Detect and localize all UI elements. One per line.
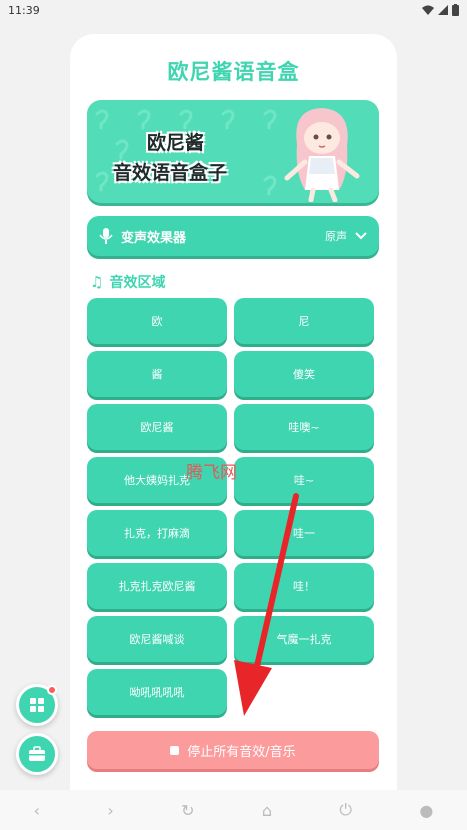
sound-button[interactable]: 气魔一扎克 <box>234 616 374 662</box>
sound-button[interactable]: 欧尼酱喊谈 <box>87 616 227 662</box>
mic-icon <box>99 228 113 244</box>
refresh-icon[interactable]: ↻ <box>181 801 194 820</box>
status-time: 11:39 <box>8 3 40 17</box>
stop-all-label: 停止所有音效/音乐 <box>187 744 296 760</box>
grid-icon <box>30 698 44 712</box>
back-icon[interactable]: ‹ <box>34 801 40 820</box>
forward-icon[interactable]: › <box>107 801 113 820</box>
voice-changer-selector[interactable]: 变声效果器 原声 <box>87 216 379 256</box>
sound-button[interactable]: 欧尼酱 <box>87 404 227 450</box>
home-icon[interactable]: ⌂ <box>262 801 272 820</box>
circle-icon[interactable]: ● <box>419 801 433 820</box>
banner-line2: 音效语音盒子 <box>113 162 228 184</box>
sound-button[interactable]: 尼 <box>234 298 374 344</box>
sound-button[interactable]: 傻笑 <box>234 351 374 397</box>
battery-icon <box>452 4 459 16</box>
main-card: 欧尼酱语音盒 欧尼酱 音效语音盒子 变声效果器 原声 ♫ 音效区域 欧 尼 酱 … <box>70 34 397 830</box>
sound-button[interactable]: 哇！ <box>234 563 374 609</box>
app-title: 欧尼酱语音盒 <box>167 60 300 84</box>
sound-button[interactable]: 酱 <box>87 351 227 397</box>
signal-icon <box>438 5 448 15</box>
wifi-icon <box>422 5 434 15</box>
sound-button-grid: 欧 尼 酱 傻笑 欧尼酱 哇噢~ 他大姨妈扎克 哇~ 扎克，打麻滴 哇一 扎克扎… <box>87 298 377 715</box>
notification-dot <box>47 685 57 695</box>
chevron-down-icon <box>355 232 367 240</box>
toolbox-button[interactable] <box>16 733 58 775</box>
voice-changer-value: 原声 <box>325 230 347 243</box>
sound-button[interactable]: 呦吼吼吼吼 <box>87 669 227 715</box>
system-nav-bar: ‹ › ↻ ⌂ ⏻ ● <box>0 790 467 830</box>
stop-all-button[interactable]: 停止所有音效/音乐 <box>87 731 379 769</box>
status-icons <box>422 4 459 16</box>
sound-button[interactable]: 扎克，打麻滴 <box>87 510 227 556</box>
stop-square-icon <box>170 745 180 755</box>
banner: 欧尼酱 音效语音盒子 <box>87 100 379 203</box>
anime-girl-illustration <box>284 108 360 202</box>
status-bar: 11:39 <box>0 0 467 20</box>
sound-section-heading: ♫ 音效区域 <box>90 272 165 292</box>
sound-button[interactable]: 哇~ <box>234 457 374 503</box>
banner-line1: 欧尼酱 <box>147 132 205 154</box>
grid-menu-button[interactable] <box>16 684 58 726</box>
voice-changer-label: 变声效果器 <box>121 230 187 246</box>
sound-button[interactable]: 扎克扎克欧尼酱 <box>87 563 227 609</box>
sound-button[interactable]: 欧 <box>87 298 227 344</box>
sound-section-title: 音效区域 <box>109 275 166 291</box>
sound-button[interactable]: 哇一 <box>234 510 374 556</box>
toolbox-icon <box>29 746 45 761</box>
power-icon[interactable]: ⏻ <box>339 800 352 820</box>
sound-button[interactable]: 哇噢~ <box>234 404 374 450</box>
watermark: 腾飞网 <box>186 463 237 483</box>
music-note-icon: ♫ <box>90 273 104 291</box>
